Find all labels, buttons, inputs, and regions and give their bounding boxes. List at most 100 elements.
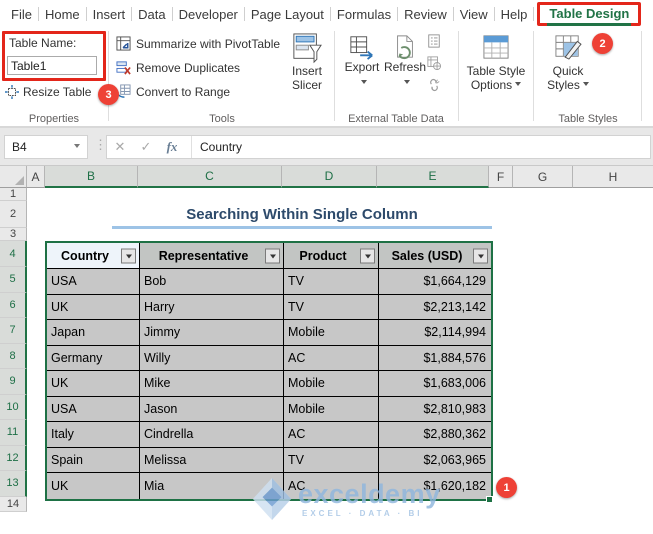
- cell-sales[interactable]: $1,664,129: [379, 269, 491, 295]
- cell-product[interactable]: TV: [284, 294, 379, 320]
- row-header-8[interactable]: 8: [0, 343, 27, 369]
- table-properties-icon[interactable]: [427, 34, 441, 48]
- cell-country[interactable]: Germany: [47, 345, 140, 371]
- cell-representative[interactable]: Harry: [140, 294, 284, 320]
- cell-representative[interactable]: Jimmy: [140, 320, 284, 346]
- cell-country[interactable]: Japan: [47, 320, 140, 346]
- cell-sales[interactable]: $2,213,142: [379, 294, 491, 320]
- menu-tab-page-layout[interactable]: Page Layout: [245, 7, 330, 22]
- resize-table-button[interactable]: Resize Table: [5, 85, 91, 99]
- filter-dropdown-icon[interactable]: [360, 248, 375, 263]
- menu-tab-help[interactable]: Help: [495, 7, 534, 22]
- menu-tab-table-design[interactable]: Table Design: [547, 6, 632, 26]
- cell-country[interactable]: UK: [47, 473, 140, 499]
- cell-sales[interactable]: $2,880,362: [379, 422, 491, 448]
- column-header-g[interactable]: G: [513, 166, 573, 188]
- cell-representative[interactable]: Mia: [140, 473, 284, 499]
- cell-representative[interactable]: Mike: [140, 371, 284, 397]
- filter-dropdown-icon[interactable]: [121, 248, 136, 263]
- unlink-icon[interactable]: [427, 78, 441, 92]
- cell-product[interactable]: AC: [284, 473, 379, 499]
- column-header-a[interactable]: A: [27, 166, 45, 188]
- column-header-h[interactable]: H: [573, 166, 653, 188]
- filter-dropdown-icon[interactable]: [265, 248, 280, 263]
- cell-product[interactable]: Mobile: [284, 320, 379, 346]
- column-header-b[interactable]: B: [45, 166, 138, 188]
- menu-tab-file[interactable]: File: [5, 7, 38, 22]
- table-header-sales[interactable]: Sales (USD): [379, 243, 491, 269]
- cell-country[interactable]: UK: [47, 294, 140, 320]
- cell-product[interactable]: TV: [284, 447, 379, 473]
- column-header-f[interactable]: F: [489, 166, 513, 188]
- menu-tab-view[interactable]: View: [454, 7, 494, 22]
- refresh-dropdown-icon[interactable]: [403, 80, 410, 87]
- export-dropdown-icon[interactable]: [360, 80, 367, 87]
- quick-styles-button[interactable]: Quick Styles: [538, 34, 598, 92]
- cell-representative[interactable]: Cindrella: [140, 422, 284, 448]
- sheet-title[interactable]: Searching Within Single Column: [112, 202, 492, 229]
- cell-product[interactable]: AC: [284, 345, 379, 371]
- cell-product[interactable]: Mobile: [284, 371, 379, 397]
- cancel-button[interactable]: ✕: [107, 139, 133, 155]
- refresh-button[interactable]: Refresh: [384, 34, 426, 87]
- menu-tab-data[interactable]: Data: [132, 7, 171, 22]
- formula-input[interactable]: Country: [200, 140, 242, 154]
- table-header-product[interactable]: Product: [284, 243, 379, 269]
- row-header-1[interactable]: 1: [0, 188, 27, 201]
- row-header-3[interactable]: 3: [0, 228, 27, 241]
- name-box-dropdown-icon[interactable]: [74, 143, 80, 151]
- insert-function-button[interactable]: fx: [159, 139, 185, 155]
- cell-sales[interactable]: $2,810,983: [379, 396, 491, 422]
- export-button[interactable]: Export: [342, 34, 382, 87]
- cell-country[interactable]: UK: [47, 371, 140, 397]
- cell-country[interactable]: USA: [47, 269, 140, 295]
- cell-sales[interactable]: $1,620,182: [379, 473, 491, 499]
- row-header-11[interactable]: 11: [0, 420, 27, 446]
- cell-representative[interactable]: Melissa: [140, 447, 284, 473]
- insert-slicer-button[interactable]: Insert Slicer: [284, 32, 330, 92]
- open-in-browser-icon[interactable]: [427, 56, 441, 70]
- name-box[interactable]: B4: [4, 135, 88, 159]
- cell-representative[interactable]: Willy: [140, 345, 284, 371]
- row-header-10[interactable]: 10: [0, 394, 27, 420]
- cell-product[interactable]: AC: [284, 422, 379, 448]
- row-header-13[interactable]: 13: [0, 471, 27, 497]
- menu-tab-review[interactable]: Review: [398, 7, 453, 22]
- menu-tab-insert[interactable]: Insert: [87, 7, 132, 22]
- column-header-d[interactable]: D: [282, 166, 377, 188]
- cell-sales[interactable]: $2,063,965: [379, 447, 491, 473]
- row-header-12[interactable]: 12: [0, 445, 27, 471]
- column-header-e[interactable]: E: [377, 166, 489, 188]
- menu-tab-home[interactable]: Home: [39, 7, 86, 22]
- row-header-6[interactable]: 6: [0, 292, 27, 318]
- filter-dropdown-icon[interactable]: [473, 248, 488, 263]
- cell-representative[interactable]: Jason: [140, 396, 284, 422]
- table-name-input[interactable]: [7, 56, 97, 75]
- cell-country[interactable]: Spain: [47, 447, 140, 473]
- selection-fill-handle[interactable]: [486, 496, 493, 503]
- cell-sales[interactable]: $2,114,994: [379, 320, 491, 346]
- menu-tab-developer[interactable]: Developer: [173, 7, 244, 22]
- cell-representative[interactable]: Bob: [140, 269, 284, 295]
- remove-duplicates-button[interactable]: Remove Duplicates: [116, 60, 240, 75]
- cell-country[interactable]: Italy: [47, 422, 140, 448]
- row-header-9[interactable]: 9: [0, 369, 27, 395]
- enter-button[interactable]: ✓: [133, 139, 159, 155]
- row-header-7[interactable]: 7: [0, 318, 27, 344]
- table-header-representative[interactable]: Representative: [140, 243, 284, 269]
- menu-tab-formulas[interactable]: Formulas: [331, 7, 397, 22]
- table-header-country[interactable]: Country: [47, 243, 140, 269]
- summarize-pivottable-button[interactable]: Summarize with PivotTable: [116, 36, 280, 51]
- table-style-options-button[interactable]: Table Style Options: [462, 34, 530, 92]
- column-header-c[interactable]: C: [138, 166, 282, 188]
- cell-sales[interactable]: $1,683,006: [379, 371, 491, 397]
- cell-sales[interactable]: $1,884,576: [379, 345, 491, 371]
- row-header-2[interactable]: 2: [0, 201, 27, 228]
- select-all-corner[interactable]: [0, 166, 27, 188]
- row-header-4[interactable]: 4: [0, 241, 27, 267]
- cell-country[interactable]: USA: [47, 396, 140, 422]
- cell-product[interactable]: Mobile: [284, 396, 379, 422]
- convert-to-range-button[interactable]: Convert to Range: [116, 84, 230, 99]
- row-header-5[interactable]: 5: [0, 267, 27, 293]
- cell-product[interactable]: TV: [284, 269, 379, 295]
